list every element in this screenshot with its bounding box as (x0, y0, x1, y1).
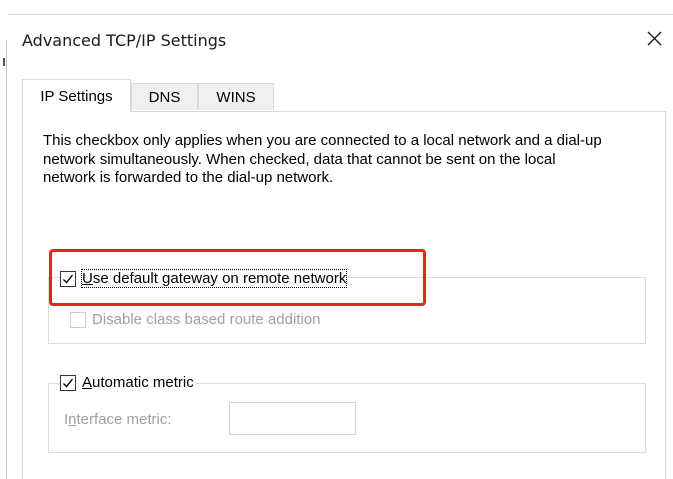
label-text: terface metric: (76, 411, 172, 428)
tab-dns[interactable]: DNS (131, 83, 198, 110)
disable-class-route-label: Disable class based route addition (92, 311, 321, 328)
checkbox-box (60, 270, 76, 287)
close-button[interactable] (640, 25, 668, 53)
checkmark-icon (63, 378, 74, 388)
tab-ip-settings[interactable]: IP Settings (22, 79, 131, 112)
checkmark-icon (63, 274, 74, 284)
window-top-edge (8, 14, 673, 15)
mnemonic-letter: n (68, 411, 77, 428)
disable-class-route-checkbox[interactable]: Disable class based route addition (70, 311, 323, 328)
interface-metric-input[interactable] (229, 402, 356, 435)
use-default-gateway-checkbox[interactable]: Use default gateway on remote network (60, 269, 349, 288)
tab-label: DNS (148, 88, 181, 106)
dialog-title: Advanced TCP/IP Settings (22, 31, 227, 50)
checkbox-box (70, 311, 86, 328)
automatic-metric-checkbox[interactable]: Automatic metric (60, 374, 196, 391)
tab-label: IP Settings (40, 87, 113, 105)
gateway-description: This checkbox only applies when you are … (43, 132, 602, 186)
window-left-edge (6, 40, 10, 479)
use-default-gateway-label: Use default gateway on remote network (80, 269, 348, 288)
interface-metric-label: Interface metric: (64, 411, 172, 428)
mnemonic-letter: U (82, 270, 93, 287)
mnemonic-letter: A (82, 374, 93, 391)
label-text: se default gateway on remote network (92, 270, 347, 287)
close-icon (647, 31, 662, 46)
checkbox-box (60, 374, 76, 391)
automatic-metric-label: Automatic metric (82, 374, 194, 391)
label-text: utomatic metric (92, 374, 194, 391)
tab-label: WINS (216, 88, 256, 106)
tab-wins[interactable]: WINS (198, 83, 274, 110)
advanced-tcpip-dialog: Advanced TCP/IP Settings IP Settings DNS… (0, 0, 673, 479)
background-fragment (3, 58, 5, 66)
